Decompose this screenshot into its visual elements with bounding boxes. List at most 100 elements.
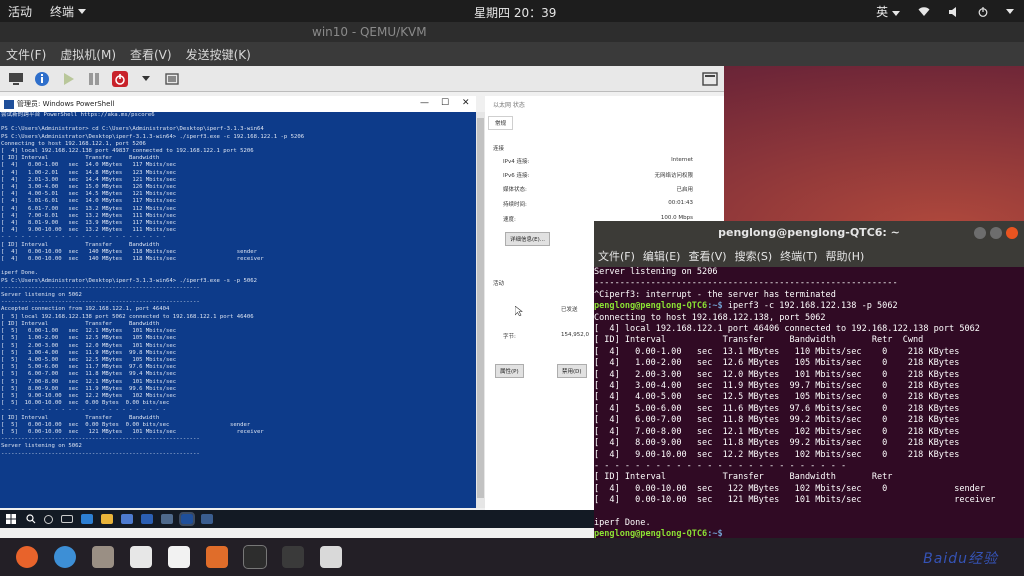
app-menu-terminal[interactable]: 终端 (50, 3, 87, 20)
screenshot-icon[interactable] (320, 546, 342, 568)
fullscreen-button[interactable] (700, 70, 720, 88)
terminal-line: [ ID] Interval Transfer Bandwidth Retr C… (594, 335, 924, 346)
input-method-indicator[interactable]: 英 (876, 3, 900, 20)
menu-edit[interactable]: 编辑(E) (643, 248, 681, 264)
row-value: 已启用 (676, 187, 693, 193)
powershell-taskbar-icon[interactable] (179, 512, 195, 526)
properties-button[interactable]: 属性(P) (495, 364, 524, 378)
firefox-icon[interactable] (16, 546, 38, 568)
chevron-down-icon (142, 76, 150, 81)
menu-terminal[interactable]: 终端(T) (780, 248, 817, 264)
menu-file[interactable]: 文件(F) (6, 46, 46, 63)
bytes-sent-value: 154,952,0 (561, 332, 589, 338)
minimize-button[interactable]: — (420, 98, 429, 108)
menu-file[interactable]: 文件(F) (598, 248, 635, 264)
snapshot-icon (165, 72, 179, 85)
menu-help[interactable]: 帮助(H) (825, 248, 864, 264)
virt-manager-icon[interactable] (282, 546, 304, 568)
cortana-icon[interactable] (44, 514, 53, 524)
network-icon[interactable] (161, 514, 173, 524)
console-line: Server listening on 5062 (1, 292, 82, 299)
terminal-line: [ 4] 3.00-4.00 sec 11.9 MBytes 99.7 Mbit… (594, 381, 960, 392)
console-line: [ ID] Interval Transfer Bandwidth (1, 320, 160, 327)
prompt-user: penglong@penglong-QTC6 (594, 301, 708, 312)
console-line: [ 5] 5.00-6.00 sec 11.7 MBytes 97.6 Mbit… (1, 364, 177, 371)
menu-send-key[interactable]: 发送按键(K) (186, 46, 251, 63)
menu-view[interactable]: 查看(V) (130, 46, 172, 63)
menu-vm[interactable]: 虚拟机(M) (60, 46, 116, 63)
minimize-button[interactable] (974, 227, 986, 239)
console-line: [ 5] 0.00-10.00 sec 121 MBytes 101 Mbits… (1, 428, 264, 435)
close-button[interactable] (1006, 227, 1018, 239)
terminal-line: [ 4] 8.00-9.00 sec 11.8 MBytes 99.2 Mbit… (594, 438, 960, 449)
console-line: [ 5] 4.00-5.00 sec 12.5 MBytes 105 Mbits… (1, 356, 177, 363)
terminal-line: [ 4] local 192.168.122.1 port 46406 conn… (594, 324, 980, 335)
windows-start-icon[interactable] (6, 514, 16, 524)
console-line: [ ID] Interval Transfer Bandwidth (1, 241, 160, 248)
clock[interactable]: 星期四 20：39 (474, 4, 556, 21)
edge-icon[interactable] (81, 514, 93, 524)
activities-button[interactable]: 活动 (8, 3, 32, 20)
console-line: [ 5] 6.00-7.00 sec 11.8 MBytes 99.4 Mbit… (1, 371, 177, 378)
run-button[interactable] (58, 70, 78, 88)
tab-general[interactable]: 常规 (488, 116, 514, 130)
writer-icon[interactable] (168, 546, 190, 568)
terminal-line: [ 4] 5.00-6.00 sec 11.6 MBytes 97.6 Mbit… (594, 403, 960, 414)
terminal-output[interactable]: Server listening on 5206 ----------------… (594, 267, 1024, 538)
monitor-icon (9, 72, 23, 85)
menu-view[interactable]: 查看(V) (688, 248, 726, 264)
console-line: ----------------------------------------… (1, 284, 200, 291)
thunderbird-icon[interactable] (54, 546, 76, 568)
cursor (723, 529, 728, 538)
prompt-user: penglong@penglong-QTC6 (594, 529, 708, 538)
console-button[interactable] (6, 70, 26, 88)
close-button[interactable]: ✕ (462, 98, 470, 108)
console-line: PS C:\Users\Administrator\Desktop\iperf-… (1, 133, 305, 140)
terminal-line: [ 4] 2.00-3.00 sec 12.0 MBytes 101 Mbits… (594, 369, 960, 380)
maximize-button[interactable]: ☐ (441, 98, 449, 108)
mail-icon[interactable] (141, 514, 153, 524)
control-panel-icon[interactable] (201, 514, 213, 524)
shutdown-button[interactable] (110, 70, 130, 88)
system-tray[interactable]: 英 (876, 3, 1014, 20)
search-icon[interactable] (26, 514, 36, 524)
files-icon[interactable] (92, 546, 114, 568)
maximize-button[interactable] (990, 227, 1002, 239)
ubuntu-top-bar: 活动 终端 星期四 20：39 英 (0, 0, 1024, 22)
powershell-console[interactable]: 尝试新的跨平台 PowerShell https://aka.ms/pscore… (0, 112, 476, 508)
rhythmbox-icon[interactable] (130, 546, 152, 568)
software-center-icon[interactable] (206, 546, 228, 568)
store-icon[interactable] (121, 514, 133, 524)
details-button[interactable] (32, 70, 52, 88)
file-explorer-icon[interactable] (101, 514, 113, 524)
console-line: [ ID] Interval Transfer Bandwidth (1, 414, 160, 421)
shutdown-menu-button[interactable] (136, 70, 156, 88)
scrollbar-thumb[interactable] (477, 118, 484, 498)
console-line: [ 5] 3.00-4.00 sec 11.9 MBytes 99.8 Mbit… (1, 349, 177, 356)
row-label: 媒体状态: (503, 187, 527, 193)
console-line: [ ID] Interval Transfer Bandwidth (1, 155, 160, 162)
row-label: IPv4 连接: (503, 159, 530, 165)
console-line: [ 4] 8.01-9.00 sec 13.9 MBytes 117 Mbits… (1, 220, 177, 227)
ubuntu-dock (0, 538, 1024, 576)
dialog-title: 以太网 状态 (493, 102, 525, 109)
snapshots-button[interactable] (162, 70, 182, 88)
powershell-scrollbar[interactable] (476, 112, 485, 508)
console-line: [ 4] 3.00-4.00 sec 15.0 MBytes 126 Mbits… (1, 184, 177, 191)
info-icon (35, 71, 49, 86)
console-line: [ 4] 0.00-10.00 sec 140 MBytes 118 Mbits… (1, 248, 257, 255)
menu-search[interactable]: 搜索(S) (735, 248, 773, 264)
console-line: [ 4] 6.01-7.00 sec 13.2 MBytes 112 Mbits… (1, 205, 177, 212)
console-line: [ 4] 5.01-6.01 sec 14.0 MBytes 117 Mbits… (1, 198, 177, 205)
input-method-label: 英 (876, 5, 889, 19)
console-line: Connecting to host 192.168.122.1, port 5… (1, 140, 146, 147)
vm-window-titlebar: win10 - QEMU/KVM (0, 22, 1024, 42)
terminal-icon[interactable] (243, 545, 267, 569)
disable-button[interactable]: 禁用(D) (557, 364, 587, 378)
task-view-icon[interactable] (61, 515, 73, 523)
console-line: [ 5] 2.00-3.00 sec 12.0 MBytes 101 Mbits… (1, 342, 177, 349)
details-button[interactable]: 详细信息(E)... (505, 232, 551, 246)
prompt-path: :~$ (707, 529, 723, 538)
pause-button[interactable] (84, 70, 104, 88)
row-value: 无网络访问权限 (654, 173, 693, 179)
